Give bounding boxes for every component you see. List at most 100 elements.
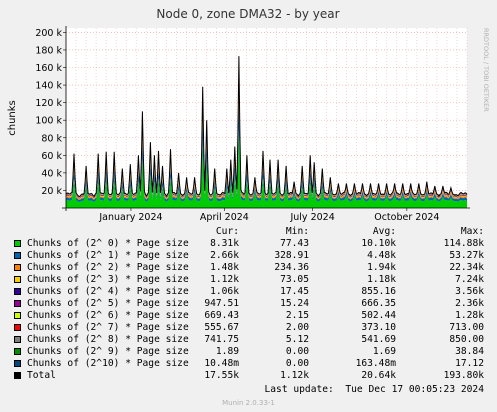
legend-max-value: 193.80k — [443, 370, 484, 381]
legend-row: Chunks of (2^ 5) * Page size 947.51 15.24 6… — [0, 298, 497, 310]
legend-min-value: 15.24 — [280, 298, 309, 309]
y-tick-label: 120 k — [35, 98, 62, 109]
header-min: Min: — [285, 226, 309, 237]
legend: Cur: Min: Avg: Max: Chunks of (2^ 0) * P… — [0, 226, 497, 382]
legend-swatch — [14, 312, 21, 319]
x-tick-label: April 2024 — [200, 212, 249, 223]
legend-avg-value: 541.69 — [361, 334, 396, 345]
x-tick-label: January 2024 — [98, 212, 162, 223]
legend-max-value: 850.00 — [449, 334, 484, 345]
legend-avg-value: 10.10k — [361, 238, 396, 249]
y-tick-label: 60 k — [41, 151, 62, 162]
y-tick-label: 180 k — [35, 45, 62, 56]
legend-cur-value: 1.89 — [215, 346, 239, 357]
legend-avg-value: 1.69 — [372, 346, 396, 357]
legend-row: Chunks of (2^ 1) * Page size 2.66k 328.91 4… — [0, 250, 497, 262]
legend-max-value: 713.00 — [449, 322, 484, 333]
legend-cur-value: 741.75 — [204, 334, 239, 345]
legend-avg-value: 373.10 — [361, 322, 396, 333]
legend-avg-value: 1.18k — [367, 274, 396, 285]
legend-avg-value: 666.35 — [361, 298, 396, 309]
legend-max-value: 22.34k — [449, 262, 484, 273]
legend-swatch — [14, 240, 21, 247]
chart-title: Node 0, zone DMA32 - by year — [156, 7, 339, 21]
legend-swatch — [14, 252, 21, 259]
legend-swatch — [14, 360, 21, 367]
legend-cur-value: 1.48k — [210, 262, 239, 273]
legend-min-value: 2.00 — [285, 322, 309, 333]
legend-min-value: 328.91 — [274, 250, 309, 261]
legend-header: Cur: Min: Avg: Max: — [0, 226, 497, 238]
legend-min-value: 0.00 — [285, 346, 309, 357]
legend-swatch — [14, 264, 21, 271]
legend-min-value: 77.43 — [280, 238, 309, 249]
legend-series-name: Chunks of (2^ 7) * Page size — [27, 322, 189, 333]
legend-cur-value: 1.12k — [210, 274, 239, 285]
legend-cur-value: 669.43 — [204, 310, 239, 321]
legend-series-name: Chunks of (2^ 9) * Page size — [27, 346, 189, 357]
header-cur: Cur: — [215, 226, 239, 237]
legend-min-value: 234.36 — [274, 262, 309, 273]
y-tick-label: 80 k — [41, 133, 62, 144]
legend-min-value: 17.45 — [280, 286, 309, 297]
legend-avg-value: 4.48k — [367, 250, 396, 261]
legend-row: Chunks of (2^ 4) * Page size 1.06k 17.45 85… — [0, 286, 497, 298]
legend-avg-value: 855.16 — [361, 286, 396, 297]
legend-swatch — [14, 276, 21, 283]
chart: 20 k 40 k 60 k 80 k 100 k 120 k 140 k 160 k 180 … — [7, 7, 490, 223]
legend-row: Total 17.55k 1.12k 20.64k 193.80k — [0, 370, 497, 382]
legend-swatch — [14, 372, 21, 379]
legend-min-value: 73.05 — [280, 274, 309, 285]
legend-series-name: Chunks of (2^ 2) * Page size — [27, 262, 189, 273]
legend-series-name: Chunks of (2^ 6) * Page size — [27, 310, 189, 321]
legend-max-value: 2.36k — [455, 298, 484, 309]
legend-max-value: 38.84 — [455, 346, 484, 357]
legend-avg-value: 20.64k — [361, 370, 396, 381]
grid — [65, 28, 468, 208]
header-avg: Avg: — [372, 226, 396, 237]
legend-avg-value: 163.48m — [355, 358, 396, 369]
y-axis-label: chunks — [7, 100, 18, 136]
legend-swatch — [14, 324, 21, 331]
legend-swatch — [14, 348, 21, 355]
legend-series-name: Chunks of (2^ 4) * Page size — [27, 286, 189, 297]
legend-avg-value: 502.44 — [361, 310, 396, 321]
legend-series-name: Chunks of (2^ 3) * Page size — [27, 274, 189, 285]
y-tick-label: 200 k — [35, 28, 62, 39]
legend-swatch — [14, 288, 21, 295]
legend-row: Chunks of (2^ 6) * Page size 669.43 2.15 50… — [0, 310, 497, 322]
y-axis-ticks: 20 k 40 k 60 k 80 k 100 k 120 k 140 k 160 k 180 … — [35, 28, 66, 197]
munin-version: Munin 2.0.33-1 — [222, 399, 275, 407]
y-tick-label: 40 k — [41, 168, 62, 179]
legend-row: Chunks of (2^ 7) * Page size 555.67 2.00 37… — [0, 322, 497, 334]
legend-min-value: 0.00 — [285, 358, 309, 369]
last-update: Last update: Tue Dec 17 00:05:23 2024 — [264, 384, 485, 395]
legend-series-name: Total — [27, 370, 56, 381]
legend-row: Chunks of (2^ 0) * Page size 8.31k 77.43 10… — [0, 238, 497, 250]
legend-min-value: 2.15 — [285, 310, 309, 321]
legend-max-value: 17.12 — [455, 358, 484, 369]
legend-max-value: 53.27k — [449, 250, 484, 261]
y-tick-label: 160 k — [35, 63, 62, 74]
x-tick-label: July 2024 — [289, 212, 334, 223]
legend-avg-value: 1.94k — [367, 262, 396, 273]
legend-series-name: Chunks of (2^ 5) * Page size — [27, 298, 189, 309]
legend-series-name: Chunks of (2^ 8) * Page size — [27, 334, 189, 345]
legend-max-value: 7.24k — [455, 274, 484, 285]
legend-cur-value: 8.31k — [210, 238, 239, 249]
legend-min-value: 1.12k — [280, 370, 309, 381]
legend-cur-value: 947.51 — [204, 298, 239, 309]
header-max: Max: — [460, 226, 484, 237]
x-axis-ticks: January 2024 April 2024 July 2024 October 2… — [98, 208, 439, 223]
legend-series-name: Chunks of (2^ 1) * Page size — [27, 250, 189, 261]
legend-min-value: 5.12 — [285, 334, 309, 345]
x-tick-label: October 2024 — [374, 212, 439, 223]
legend-cur-value: 10.48m — [204, 358, 239, 369]
side-label: RRDTOOL / TOBI OETIKER — [482, 28, 490, 112]
legend-max-value: 1.28k — [455, 310, 484, 321]
legend-cur-value: 1.06k — [210, 286, 239, 297]
legend-swatch — [14, 300, 21, 307]
legend-row: Chunks of (2^ 3) * Page size 1.12k 73.05 1.… — [0, 274, 497, 286]
y-tick-label: 140 k — [35, 81, 62, 92]
y-tick-label: 100 k — [35, 116, 62, 127]
